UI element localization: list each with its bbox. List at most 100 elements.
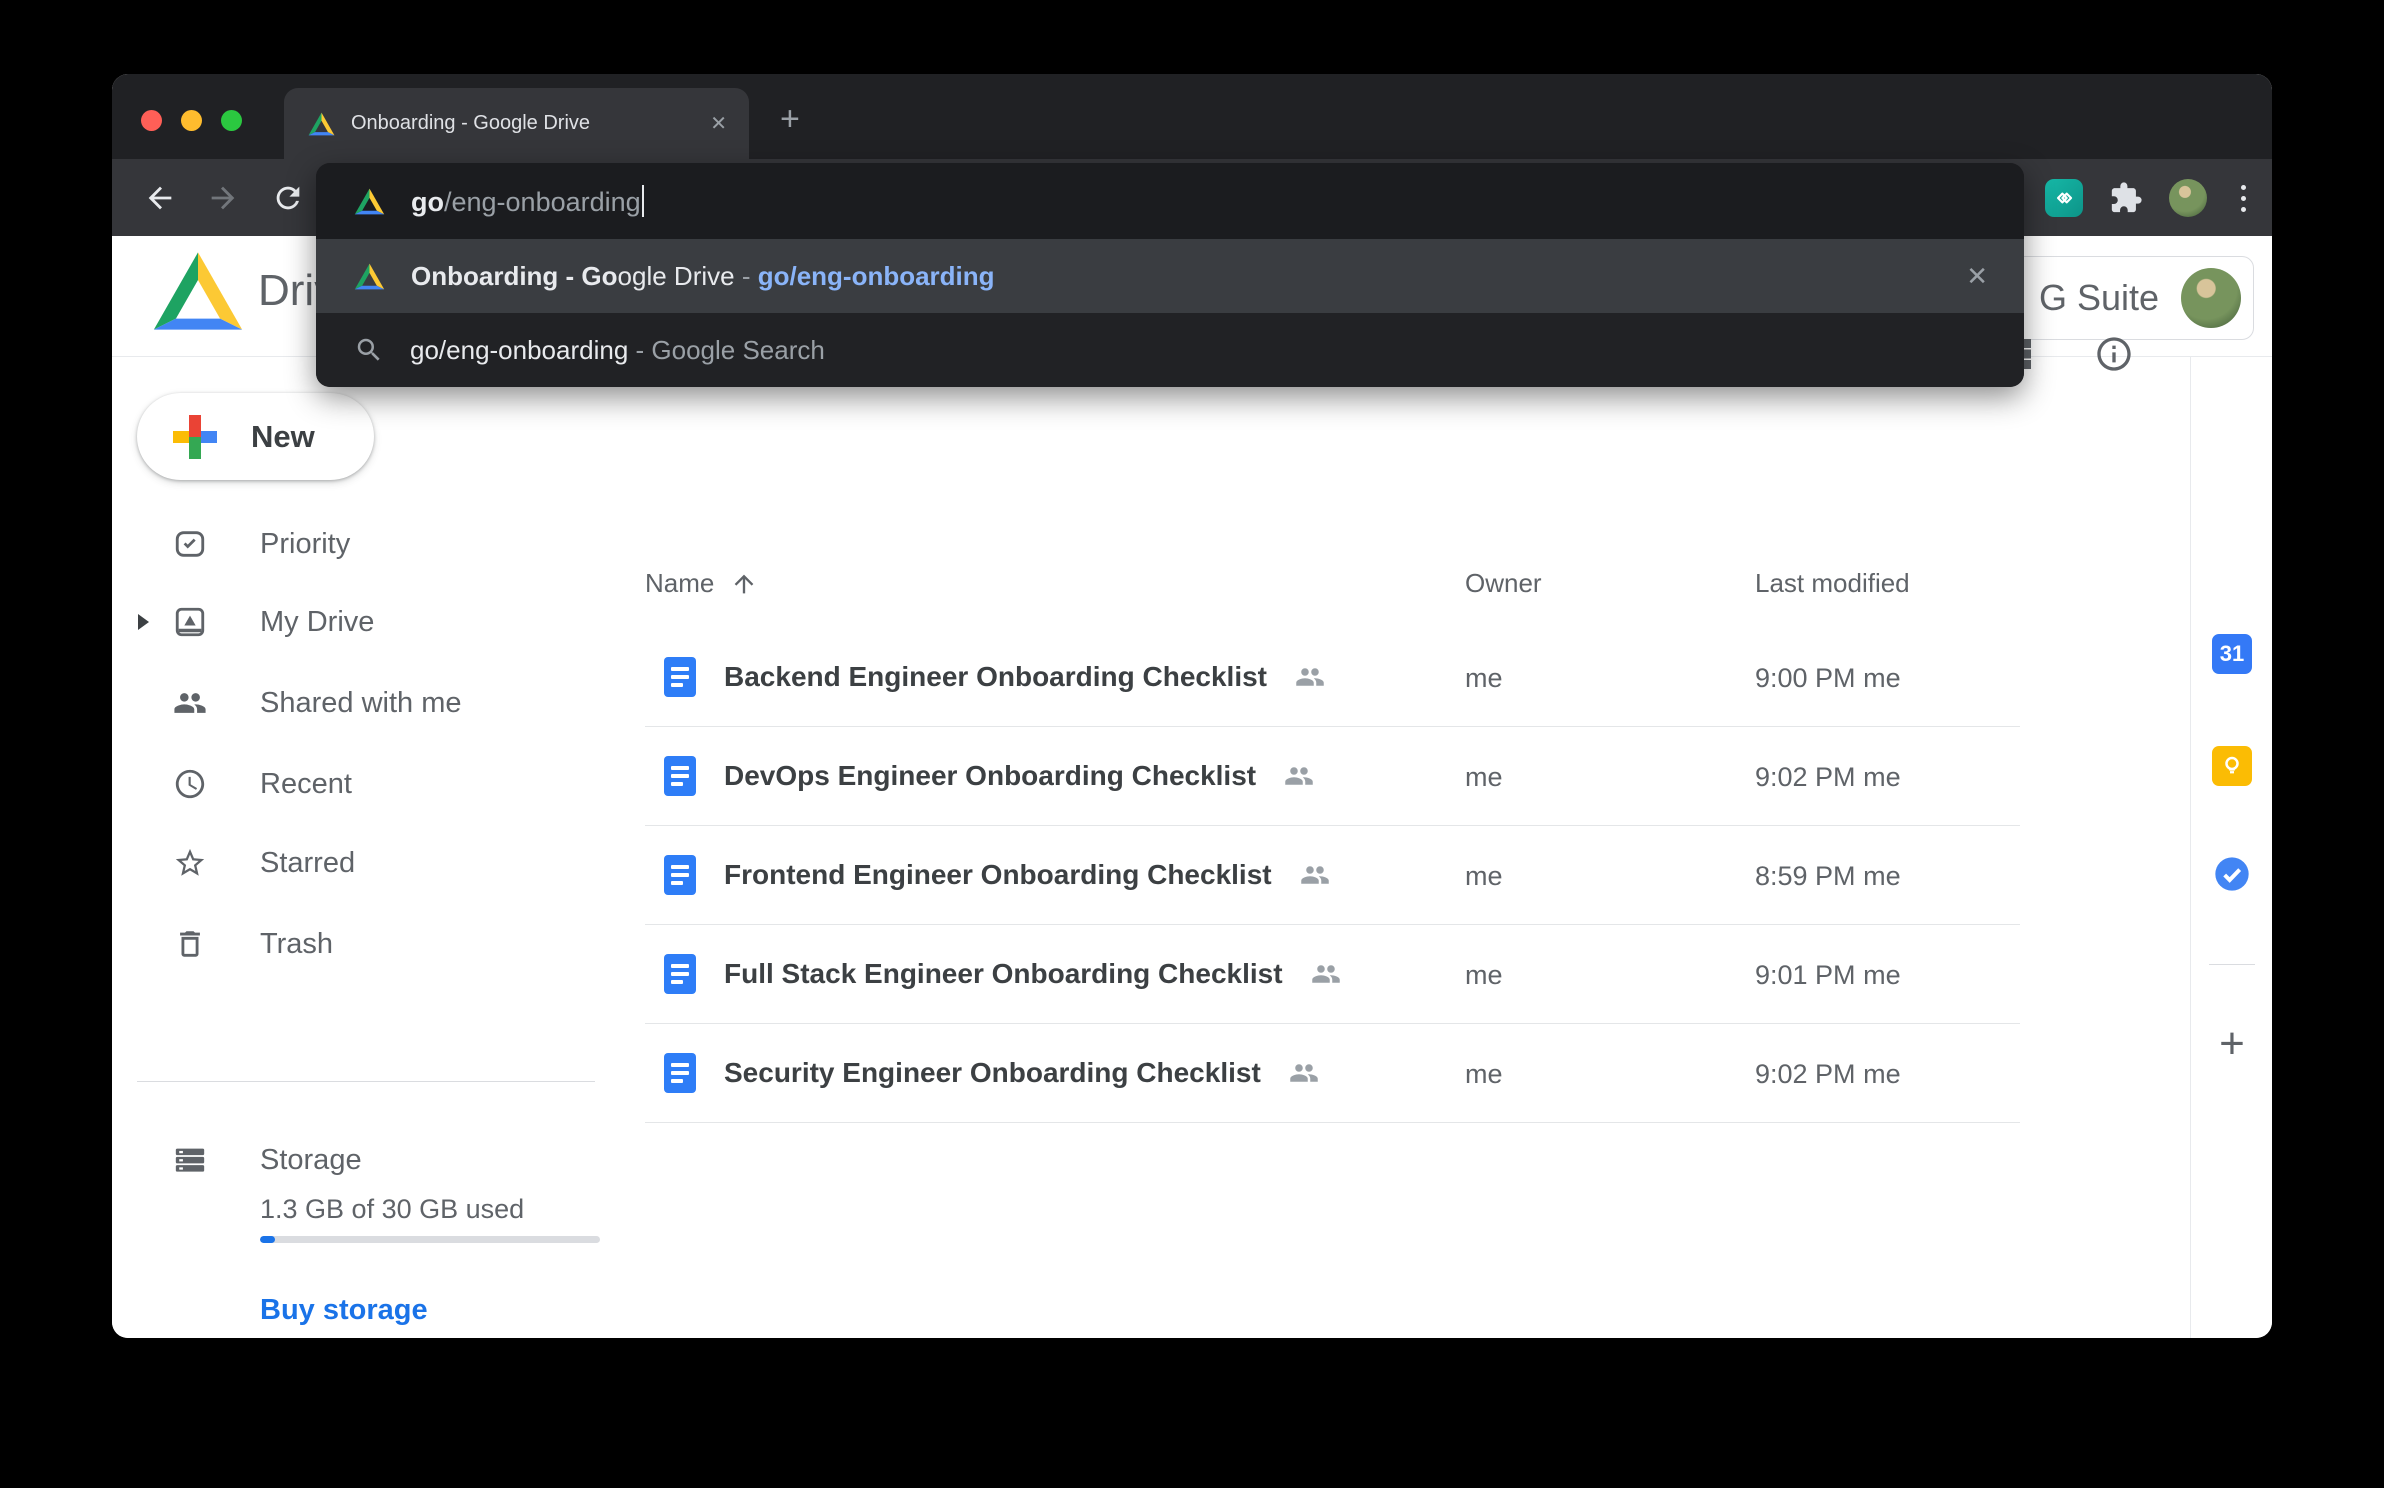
drive-page: Drive G Suite New Priority — [112, 236, 2272, 1338]
buy-storage-link[interactable]: Buy storage — [260, 1294, 428, 1327]
storage-progress-fill — [260, 1236, 275, 1243]
new-button-label: New — [251, 419, 315, 455]
google-keep-icon[interactable] — [2212, 746, 2252, 786]
shared-people-icon — [1295, 662, 1325, 692]
storage-usage-text: 1.3 GB of 30 GB used — [260, 1194, 524, 1225]
drive-favicon — [354, 263, 385, 290]
omnibox-input[interactable]: go/eng-onboarding — [411, 185, 644, 218]
browser-window: Onboarding - Google Drive ✕ + — [112, 74, 2272, 1338]
file-last-modified: 8:59 PM me — [1755, 861, 1901, 892]
tab-bar: Onboarding - Google Drive ✕ + — [112, 74, 2272, 159]
my-drive-icon — [173, 605, 207, 639]
file-owner: me — [1465, 960, 1503, 991]
add-addon-icon[interactable]: + — [2212, 1024, 2252, 1064]
gsuite-label: G Suite — [2039, 277, 2159, 319]
gsuite-badge: G Suite — [2012, 256, 2254, 340]
file-owner: me — [1465, 663, 1503, 694]
search-icon — [354, 335, 384, 365]
expand-arrow-icon[interactable] — [138, 614, 149, 630]
info-button[interactable] — [2094, 334, 2134, 374]
file-name: DevOps Engineer Onboarding Checklist — [724, 760, 1256, 792]
sidebar-item-my-drive[interactable]: My Drive — [112, 582, 612, 662]
file-list: Backend Engineer Onboarding Checklist me… — [645, 628, 2020, 1123]
file-last-modified: 9:02 PM me — [1755, 1059, 1901, 1090]
shared-people-icon — [1284, 761, 1314, 791]
google-tasks-icon[interactable] — [2212, 854, 2252, 894]
sort-ascending-icon — [730, 570, 758, 598]
omnibox-dropdown: go/eng-onboarding Onboarding - Google Dr… — [316, 163, 2024, 387]
reload-icon[interactable] — [271, 181, 305, 215]
file-owner: me — [1465, 1059, 1503, 1090]
browser-menu-icon[interactable] — [2233, 181, 2254, 216]
file-row[interactable]: Security Engineer Onboarding Checklist m… — [645, 1024, 2020, 1123]
new-button[interactable]: New — [137, 393, 374, 480]
file-last-modified: 9:00 PM me — [1755, 663, 1901, 694]
sidebar-item-trash[interactable]: Trash — [112, 904, 612, 984]
info-icon — [2094, 334, 2134, 374]
browser-profile-avatar[interactable] — [2169, 179, 2207, 217]
star-icon — [173, 846, 207, 880]
file-owner: me — [1465, 861, 1503, 892]
file-name: Security Engineer Onboarding Checklist — [724, 1057, 1261, 1089]
suggestion-google-search[interactable]: go/eng-onboarding - Google Search — [316, 313, 2024, 387]
column-name[interactable]: Name — [645, 568, 758, 599]
forward-icon[interactable] — [206, 181, 240, 215]
new-plus-icon — [173, 415, 217, 459]
trash-icon — [173, 927, 207, 961]
new-tab-icon[interactable]: + — [780, 102, 800, 136]
file-row[interactable]: Backend Engineer Onboarding Checklist me… — [645, 628, 2020, 727]
shared-people-icon — [1289, 1058, 1319, 1088]
google-calendar-icon[interactable]: 31 — [2212, 634, 2252, 674]
sidebar-item-shared-with-me[interactable]: Shared with me — [112, 663, 612, 743]
sidebar-item-recent[interactable]: Recent — [112, 744, 612, 824]
column-owner[interactable]: Owner — [1465, 568, 1542, 599]
file-last-modified: 9:02 PM me — [1755, 762, 1901, 793]
tab-title: Onboarding - Google Drive — [351, 112, 710, 135]
text-cursor — [642, 185, 644, 217]
priority-icon — [173, 527, 207, 561]
file-row[interactable]: Frontend Engineer Onboarding Checklist m… — [645, 826, 2020, 925]
macos-zoom-button[interactable] — [221, 110, 242, 131]
drive-favicon — [354, 188, 385, 215]
google-drive-favicon — [308, 112, 335, 136]
tab-close-icon[interactable]: ✕ — [710, 111, 727, 136]
panel-divider — [2209, 964, 2255, 965]
shared-people-icon — [1311, 959, 1341, 989]
browser-tab[interactable]: Onboarding - Google Drive ✕ — [284, 88, 749, 159]
toolbar-right-icons — [2045, 179, 2254, 217]
shared-people-icon — [1300, 860, 1330, 890]
file-list-header: Name Owner Last modified — [645, 568, 2020, 618]
file-name: Frontend Engineer Onboarding Checklist — [724, 859, 1272, 891]
sidebar-item-storage[interactable]: Storage — [112, 1120, 612, 1200]
recent-clock-icon — [173, 767, 207, 801]
remove-suggestion-icon[interactable]: ✕ — [1966, 261, 1988, 292]
sidebar-item-priority[interactable]: Priority — [112, 504, 612, 584]
file-name: Full Stack Engineer Onboarding Checklist — [724, 958, 1283, 990]
file-owner: me — [1465, 762, 1503, 793]
shared-with-me-icon — [173, 686, 207, 720]
omnibox[interactable]: go/eng-onboarding — [316, 163, 2024, 239]
google-docs-icon — [664, 657, 696, 697]
file-row[interactable]: DevOps Engineer Onboarding Checklist me … — [645, 727, 2020, 826]
google-drive-logo — [152, 250, 244, 332]
right-side-panel: 31 + — [2190, 356, 2272, 1338]
sidebar-item-starred[interactable]: Starred — [112, 823, 612, 903]
file-row[interactable]: Full Stack Engineer Onboarding Checklist… — [645, 925, 2020, 1024]
macos-close-button[interactable] — [141, 110, 162, 131]
column-last-modified[interactable]: Last modified — [1755, 568, 1910, 599]
google-docs-icon — [664, 855, 696, 895]
golinks-extension-icon[interactable] — [2045, 179, 2083, 217]
storage-icon — [173, 1143, 207, 1177]
google-docs-icon — [664, 756, 696, 796]
file-last-modified: 9:01 PM me — [1755, 960, 1901, 991]
account-avatar[interactable] — [2181, 268, 2241, 328]
sidebar-divider — [137, 1081, 595, 1082]
back-icon[interactable] — [143, 181, 177, 215]
file-name: Backend Engineer Onboarding Checklist — [724, 661, 1267, 693]
google-docs-icon — [664, 954, 696, 994]
storage-progress-bar — [260, 1236, 600, 1243]
google-docs-icon — [664, 1053, 696, 1093]
extensions-puzzle-icon[interactable] — [2109, 181, 2143, 215]
suggestion-drive-result[interactable]: Onboarding - Google Drive - go/eng-onboa… — [316, 239, 2024, 313]
macos-minimize-button[interactable] — [181, 110, 202, 131]
